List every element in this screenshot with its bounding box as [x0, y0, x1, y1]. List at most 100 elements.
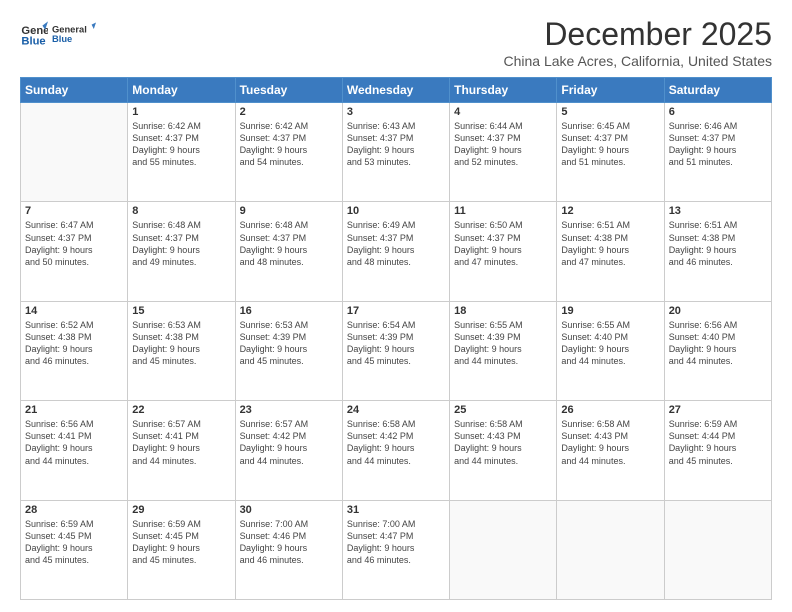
day-number: 2 — [240, 106, 338, 118]
calendar-cell: 25 Sunrise: 6:58 AMSunset: 4:43 PMDayligh… — [450, 401, 557, 500]
day-number: 18 — [454, 305, 552, 317]
day-number: 19 — [561, 305, 659, 317]
day-number: 26 — [561, 404, 659, 416]
calendar-week-3: 14 Sunrise: 6:52 AMSunset: 4:38 PMDayligh… — [21, 301, 772, 400]
calendar-cell — [557, 500, 664, 599]
cell-info: Sunrise: 6:48 AMSunset: 4:37 PMDaylight:… — [240, 219, 338, 268]
weekday-header-sunday: Sunday — [21, 78, 128, 103]
header: General Blue General Blue December 2025 … — [20, 16, 772, 69]
location-title: China Lake Acres, California, United Sta… — [504, 53, 772, 69]
cell-info: Sunrise: 6:57 AMSunset: 4:42 PMDaylight:… — [240, 418, 338, 467]
calendar-cell: 27 Sunrise: 6:59 AMSunset: 4:44 PMDayligh… — [664, 401, 771, 500]
cell-info: Sunrise: 6:53 AMSunset: 4:39 PMDaylight:… — [240, 319, 338, 368]
day-number: 25 — [454, 404, 552, 416]
calendar-cell: 6Sunrise: 6:46 AMSunset: 4:37 PMDaylight… — [664, 103, 771, 202]
calendar-cell: 22Sunrise: 6:57 AMSunset: 4:41 PMDayligh… — [128, 401, 235, 500]
calendar-week-5: 28 Sunrise: 6:59 AMSunset: 4:45 PMDayligh… — [21, 500, 772, 599]
cell-info: Sunrise: 6:59 AMSunset: 4:44 PMDaylight:… — [669, 418, 767, 467]
cell-info: Sunrise: 6:51 AMSunset: 4:38 PMDaylight:… — [561, 219, 659, 268]
cell-info: Sunrise: 6:42 AMSunset: 4:37 PMDaylight:… — [240, 120, 338, 169]
calendar-cell: 20 Sunrise: 6:56 AMSunset: 4:40 PMDayligh… — [664, 301, 771, 400]
month-title: December 2025 — [504, 16, 772, 53]
calendar-cell: 19 Sunrise: 6:55 AMSunset: 4:40 PMDayligh… — [557, 301, 664, 400]
cell-info: Sunrise: 6:59 AMSunset: 4:45 PMDaylight:… — [25, 518, 123, 567]
cell-info: Sunrise: 6:56 AMSunset: 4:40 PMDaylight:… — [669, 319, 767, 368]
calendar-cell: 15 Sunrise: 6:53 AMSunset: 4:38 PMDayligh… — [128, 301, 235, 400]
calendar-cell: 18 Sunrise: 6:55 AMSunset: 4:39 PMDayligh… — [450, 301, 557, 400]
cell-info: Sunrise: 6:58 AMSunset: 4:43 PMDaylight:… — [454, 418, 552, 467]
cell-info: Sunrise: 6:55 AMSunset: 4:40 PMDaylight:… — [561, 319, 659, 368]
cell-info: Sunrise: 6:53 AMSunset: 4:38 PMDaylight:… — [132, 319, 230, 368]
calendar-cell: 8 Sunrise: 6:48 AMSunset: 4:37 PMDaylight… — [128, 202, 235, 301]
day-number: 24 — [347, 404, 445, 416]
day-number: 9 — [240, 205, 338, 217]
weekday-header-wednesday: Wednesday — [342, 78, 449, 103]
cell-info: Sunrise: 6:47 AMSunset: 4:37 PMDaylight:… — [25, 219, 123, 268]
cell-info: Sunrise: 6:43 AMSunset: 4:37 PMDaylight:… — [347, 120, 445, 169]
page: General Blue General Blue December 2025 … — [0, 0, 792, 612]
day-number: 30 — [240, 504, 338, 516]
day-number: 4 — [454, 106, 552, 118]
calendar-cell: 2 Sunrise: 6:42 AMSunset: 4:37 PMDaylight… — [235, 103, 342, 202]
cell-info: Sunrise: 6:58 AMSunset: 4:42 PMDaylight:… — [347, 418, 445, 467]
cell-info: Sunrise: 6:49 AMSunset: 4:37 PMDaylight:… — [347, 219, 445, 268]
svg-text:Blue: Blue — [52, 34, 72, 44]
cell-info: Sunrise: 6:55 AMSunset: 4:39 PMDaylight:… — [454, 319, 552, 368]
calendar-cell: 26 Sunrise: 6:58 AMSunset: 4:43 PMDayligh… — [557, 401, 664, 500]
calendar-cell: 10 Sunrise: 6:49 AMSunset: 4:37 PMDayligh… — [342, 202, 449, 301]
cell-info: Sunrise: 6:59 AMSunset: 4:45 PMDaylight:… — [132, 518, 230, 567]
calendar-cell: 23 Sunrise: 6:57 AMSunset: 4:42 PMDayligh… — [235, 401, 342, 500]
cell-info: Sunrise: 6:45 AMSunset: 4:37 PMDaylight:… — [561, 120, 659, 169]
calendar-table: SundayMondayTuesdayWednesdayThursdayFrid… — [20, 77, 772, 600]
day-number: 20 — [669, 305, 767, 317]
day-number: 13 — [669, 205, 767, 217]
calendar-cell: 30 Sunrise: 7:00 AMSunset: 4:46 PMDayligh… — [235, 500, 342, 599]
logo-icon: General Blue — [20, 20, 48, 48]
weekday-header-tuesday: Tuesday — [235, 78, 342, 103]
calendar-week-1: 1 Sunrise: 6:42 AMSunset: 4:37 PMDaylight… — [21, 103, 772, 202]
day-number: 3 — [347, 106, 445, 118]
day-number: 15 — [132, 305, 230, 317]
calendar-cell: 31 Sunrise: 7:00 AMSunset: 4:47 PMDayligh… — [342, 500, 449, 599]
day-number: 22 — [132, 404, 230, 416]
calendar-cell: 11 Sunrise: 6:50 AMSunset: 4:37 PMDayligh… — [450, 202, 557, 301]
svg-text:General: General — [52, 24, 87, 34]
day-number: 28 — [25, 504, 123, 516]
calendar-cell — [664, 500, 771, 599]
calendar-cell: 7 Sunrise: 6:47 AMSunset: 4:37 PMDaylight… — [21, 202, 128, 301]
logo: General Blue General Blue — [20, 16, 96, 52]
cell-info: Sunrise: 7:00 AMSunset: 4:47 PMDaylight:… — [347, 518, 445, 567]
day-number: 10 — [347, 205, 445, 217]
cell-info: Sunrise: 6:50 AMSunset: 4:37 PMDaylight:… — [454, 219, 552, 268]
day-number: 31 — [347, 504, 445, 516]
calendar-cell — [450, 500, 557, 599]
day-number: 7 — [25, 205, 123, 217]
title-block: December 2025 China Lake Acres, Californ… — [504, 16, 772, 69]
day-number: 21 — [25, 404, 123, 416]
cell-info: Sunrise: 6:54 AMSunset: 4:39 PMDaylight:… — [347, 319, 445, 368]
weekday-header-thursday: Thursday — [450, 78, 557, 103]
calendar-week-2: 7 Sunrise: 6:47 AMSunset: 4:37 PMDaylight… — [21, 202, 772, 301]
calendar-cell: 3 Sunrise: 6:43 AMSunset: 4:37 PMDaylight… — [342, 103, 449, 202]
cell-info: Sunrise: 7:00 AMSunset: 4:46 PMDaylight:… — [240, 518, 338, 567]
calendar-cell: 9 Sunrise: 6:48 AMSunset: 4:37 PMDaylight… — [235, 202, 342, 301]
cell-info: Sunrise: 6:52 AMSunset: 4:38 PMDaylight:… — [25, 319, 123, 368]
weekday-header-friday: Friday — [557, 78, 664, 103]
cell-info: Sunrise: 6:58 AMSunset: 4:43 PMDaylight:… — [561, 418, 659, 467]
day-number: 6 — [669, 106, 767, 118]
day-number: 11 — [454, 205, 552, 217]
day-number: 16 — [240, 305, 338, 317]
weekday-header-saturday: Saturday — [664, 78, 771, 103]
day-number: 23 — [240, 404, 338, 416]
weekday-header-row: SundayMondayTuesdayWednesdayThursdayFrid… — [21, 78, 772, 103]
day-number: 27 — [669, 404, 767, 416]
day-number: 8 — [132, 205, 230, 217]
day-number: 14 — [25, 305, 123, 317]
day-number: 12 — [561, 205, 659, 217]
day-number: 17 — [347, 305, 445, 317]
logo-svg: General Blue — [52, 16, 96, 52]
weekday-header-monday: Monday — [128, 78, 235, 103]
day-number: 1 — [132, 106, 230, 118]
calendar-cell: 5Sunrise: 6:45 AMSunset: 4:37 PMDaylight… — [557, 103, 664, 202]
cell-info: Sunrise: 6:48 AMSunset: 4:37 PMDaylight:… — [132, 219, 230, 268]
